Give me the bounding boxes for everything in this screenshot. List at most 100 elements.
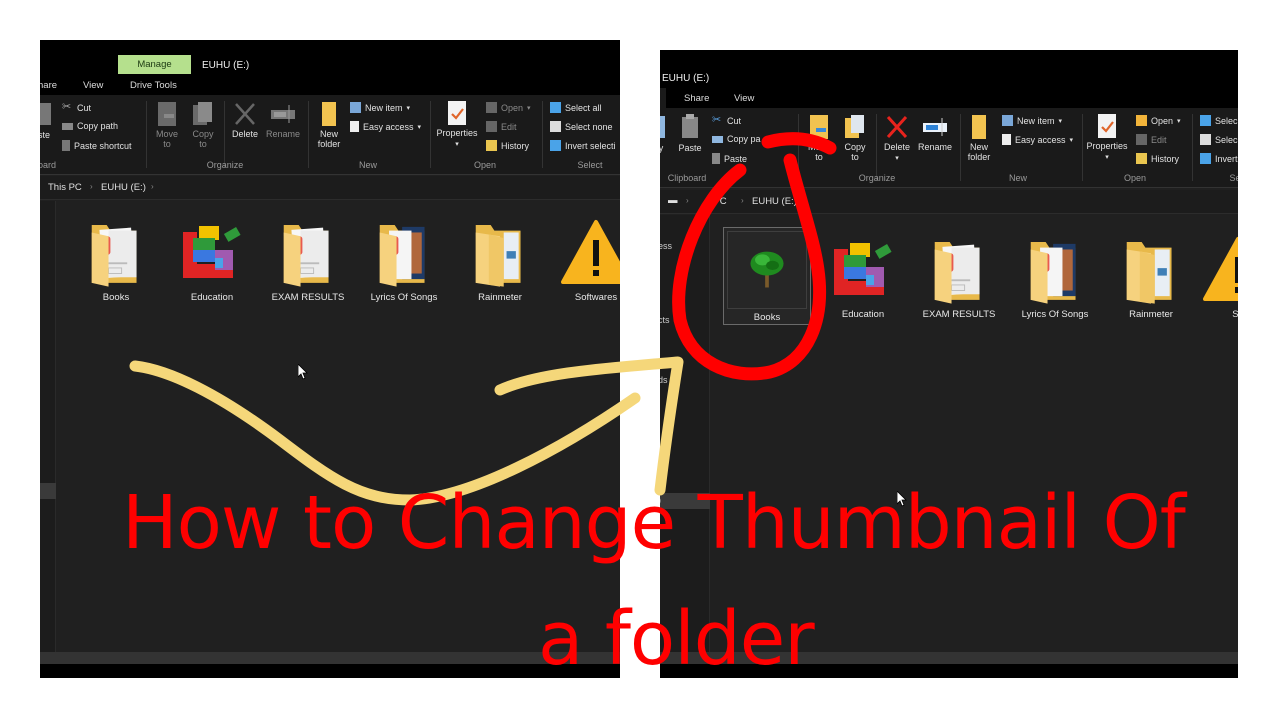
folder-label: Education: [841, 309, 885, 320]
horizontal-scrollbar[interactable]: [40, 652, 620, 664]
chevron-right-icon[interactable]: ›: [151, 182, 154, 191]
folder-item[interactable]: Softwares: [556, 218, 620, 303]
folder-item[interactable]: Lyrics Of Songs: [1015, 235, 1095, 320]
new-folder-button[interactable]: New folder: [962, 115, 996, 162]
folder-label: Books: [102, 292, 130, 303]
select-all-icon: [550, 102, 561, 113]
folder-item[interactable]: Education: [823, 235, 903, 320]
delete-button[interactable]: Delete ▾: [880, 115, 914, 164]
chevron-right-icon[interactable]: ›: [686, 196, 689, 205]
folder-item[interactable]: Education: [172, 218, 252, 303]
folder-item-selected[interactable]: Books: [723, 227, 811, 325]
edit-icon: [486, 121, 497, 132]
folder-item[interactable]: EXAM RESULTS: [268, 218, 348, 303]
folder-label: Softwares: [574, 292, 618, 303]
chevron-right-icon[interactable]: ›: [90, 182, 93, 191]
new-folder-button[interactable]: New folder: [312, 102, 346, 149]
copy-to-label-1: Copy: [844, 142, 866, 152]
copy-path-button[interactable]: Copy path: [62, 121, 118, 131]
paste-button[interactable]: ste: [40, 101, 54, 140]
tab-manage[interactable]: Manage: [118, 55, 191, 74]
folder-item[interactable]: So: [1198, 235, 1238, 320]
folder-label: Rainmeter: [478, 292, 522, 303]
edit-label: Edit: [1151, 134, 1167, 145]
new-item-button[interactable]: New item ▾: [350, 102, 410, 113]
properties-button[interactable]: Properties ▾: [1084, 114, 1130, 163]
select-all-button[interactable]: Selec: [1200, 115, 1238, 126]
nav-selected-item[interactable]: [40, 483, 56, 499]
copy-to-icon: [845, 115, 864, 138]
paste-shortcut-button[interactable]: Paste: [712, 153, 747, 164]
tab-share[interactable]: Share: [684, 93, 709, 104]
invert-selection-button[interactable]: Invert: [1200, 153, 1238, 164]
copy-button[interactable]: y: [660, 114, 668, 153]
history-button[interactable]: History: [486, 140, 529, 151]
invert-selection-label: Invert: [1215, 153, 1238, 164]
nav-item-quick-access[interactable]: ess: [660, 241, 672, 251]
paste-button[interactable]: Paste: [676, 114, 704, 153]
breadcrumb-drive[interactable]: EUHU (E:): [752, 196, 797, 207]
copy-to-button[interactable]: Copy to: [840, 115, 870, 162]
move-to-label-2: to: [815, 152, 823, 162]
edit-button[interactable]: Edit: [486, 121, 517, 132]
ribbon-separator: [430, 101, 431, 168]
move-to-button[interactable]: Move to: [152, 102, 182, 149]
cut-button[interactable]: ✂ Cut: [62, 102, 91, 113]
select-none-button[interactable]: Select none: [550, 121, 613, 132]
ribbon-separator: [224, 101, 225, 168]
folder-item[interactable]: Lyrics Of Songs: [364, 218, 444, 303]
select-none-button[interactable]: Selec: [1200, 134, 1238, 145]
tab-view[interactable]: View: [83, 80, 103, 91]
easy-access-label: Easy access: [363, 121, 414, 132]
paste-shortcut-button[interactable]: Paste shortcut: [62, 140, 132, 151]
folder-item[interactable]: Rainmeter: [1111, 235, 1191, 320]
history-button[interactable]: History: [1136, 153, 1179, 164]
breadcrumb-drive[interactable]: EUHU (E:): [101, 182, 146, 193]
cut-button[interactable]: ✂ Cut: [712, 115, 741, 126]
edit-button[interactable]: Edit: [1136, 134, 1167, 145]
folder-label: EXAM RESULTS: [271, 292, 345, 303]
nav-item-downloads[interactable]: ds: [660, 375, 668, 385]
warning-icon: [1203, 235, 1238, 305]
tab-share[interactable]: hare: [40, 80, 57, 91]
new-item-button[interactable]: New item ▾: [1002, 115, 1062, 126]
folder-item[interactable]: Rainmeter: [460, 218, 540, 303]
new-folder-icon: [322, 102, 336, 126]
copy-to-button[interactable]: Copy to: [188, 102, 218, 149]
rename-button[interactable]: Rename: [264, 102, 302, 139]
rename-button[interactable]: Rename: [916, 115, 954, 152]
address-bar[interactable]: This PC › EUHU (E:) ›: [40, 176, 620, 200]
open-button[interactable]: Open ▾: [486, 102, 531, 113]
invert-selection-button[interactable]: Invert selecti: [550, 140, 616, 151]
easy-access-button[interactable]: Easy access ▾: [350, 121, 421, 132]
copy-label: y: [660, 143, 664, 153]
address-bar[interactable]: ▬ › s PC › EUHU (E:) ›: [660, 190, 1238, 214]
delete-button[interactable]: Delete: [228, 102, 262, 139]
group-open-label: Open: [1123, 173, 1147, 183]
tab-view[interactable]: View: [734, 93, 754, 104]
ribbon-separator: [308, 101, 309, 168]
move-to-button[interactable]: Move to: [804, 115, 834, 162]
easy-access-button[interactable]: Easy access ▾: [1002, 134, 1073, 145]
copy-path-button[interactable]: Copy pa: [712, 134, 761, 144]
explorer-window-after: EUHU (E:) Share View y Paste ✂ Cut Copy …: [660, 50, 1238, 678]
folder-item[interactable]: Books: [76, 218, 156, 303]
ribbon-separator: [146, 101, 147, 168]
rename-label: Rename: [265, 129, 301, 139]
open-button[interactable]: Open ▾: [1136, 115, 1181, 126]
group-select-label: Select: [577, 160, 603, 170]
tab-home-active[interactable]: [660, 88, 666, 108]
folder-docs-icon: [88, 218, 144, 288]
select-all-button[interactable]: Select all: [550, 102, 602, 113]
folder-item[interactable]: EXAM RESULTS: [919, 235, 999, 320]
properties-label: Properties: [1086, 141, 1128, 151]
group-new-label: New: [358, 160, 377, 170]
breadcrumb-this-pc[interactable]: s PC: [706, 196, 727, 207]
properties-button[interactable]: Properties ▾: [434, 101, 480, 150]
breadcrumb-this-pc[interactable]: This PC: [48, 182, 82, 193]
chevron-right-icon[interactable]: ›: [741, 196, 744, 205]
chevron-right-icon[interactable]: ›: [802, 196, 805, 205]
new-item-label: New item: [365, 102, 403, 113]
nav-item-objects[interactable]: cts: [660, 315, 670, 325]
tab-drive-tools[interactable]: Drive Tools: [130, 80, 177, 91]
